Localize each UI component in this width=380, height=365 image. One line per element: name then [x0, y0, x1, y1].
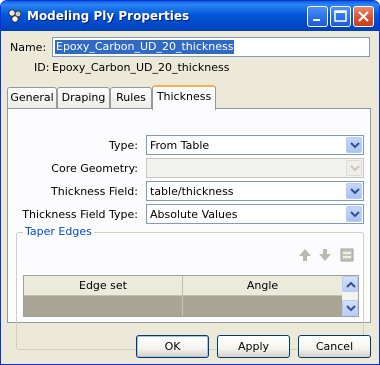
thickness-panel: Type: From Table Core Geometry: Thicknes… [7, 108, 371, 350]
type-select-dropdown[interactable] [346, 137, 362, 153]
chevron-down-icon [350, 142, 360, 149]
tab-strip: General Draping Rules Thickness [7, 85, 377, 110]
cancel-button[interactable]: Cancel [298, 335, 371, 358]
apply-button[interactable]: Apply [217, 335, 290, 358]
column-header-angle[interactable]: Angle [183, 276, 343, 296]
move-up-icon[interactable] [297, 247, 313, 263]
taper-edges-title: Taper Edges [23, 225, 94, 238]
thickness-field-type-value: Absolute Values [150, 208, 238, 221]
maximize-icon [334, 10, 347, 22]
core-geometry-select[interactable] [146, 158, 364, 178]
chevron-down-icon [350, 188, 360, 195]
table-cell-angle[interactable] [183, 296, 343, 316]
type-select[interactable]: From Table [146, 135, 364, 155]
move-down-icon[interactable] [317, 247, 333, 263]
column-header-edge-set-label: Edge set [79, 279, 127, 292]
ok-button[interactable]: OK [136, 335, 209, 358]
name-field-value: Epoxy_Carbon_UD_20_thickness [55, 40, 235, 54]
core-geometry-label: Core Geometry: [51, 162, 138, 175]
title-bar[interactable]: Modeling Ply Properties [1, 1, 379, 31]
chevron-down-icon [346, 305, 356, 312]
maximize-button[interactable] [330, 6, 351, 27]
core-geometry-dropdown[interactable] [346, 160, 362, 176]
table-scrollbar[interactable] [342, 276, 358, 316]
tab-draping-label: Draping [61, 91, 106, 104]
tab-general[interactable]: General [7, 87, 57, 109]
tab-thickness-label: Thickness [156, 90, 212, 103]
window-title: Modeling Ply Properties [27, 9, 190, 23]
dialog-window: Modeling Ply Properties Name: Epoxy_Carb… [0, 0, 380, 365]
thickness-field-type-label: Thickness Field Type: [22, 208, 138, 221]
id-label: ID: [34, 61, 50, 74]
tab-rules[interactable]: Rules [110, 87, 152, 109]
table-row[interactable] [24, 296, 343, 316]
name-field[interactable]: Epoxy_Carbon_UD_20_thickness [52, 37, 370, 57]
minimize-icon [313, 19, 320, 21]
scroll-down-button[interactable] [342, 300, 358, 316]
thickness-field-type-select[interactable]: Absolute Values [146, 204, 364, 224]
thickness-field-label: Thickness Field: [51, 185, 138, 198]
thickness-field-select[interactable]: table/thickness [146, 181, 364, 201]
tab-draping[interactable]: Draping [57, 87, 110, 109]
id-value: Epoxy_Carbon_UD_20_thickness [52, 61, 230, 74]
delete-row-icon[interactable] [339, 247, 355, 263]
thickness-field-type-dropdown[interactable] [346, 206, 362, 222]
name-label: Name: [10, 41, 47, 54]
app-icon [8, 9, 22, 23]
tab-rules-label: Rules [116, 91, 146, 104]
type-select-value: From Table [150, 139, 210, 152]
chevron-down-icon [350, 211, 360, 218]
type-label: Type: [109, 139, 138, 152]
chevron-down-icon [350, 165, 360, 172]
thickness-field-dropdown[interactable] [346, 183, 362, 199]
column-header-angle-label: Angle [246, 279, 279, 292]
tab-thickness[interactable]: Thickness [152, 85, 216, 110]
tab-general-label: General [10, 91, 54, 104]
taper-edges-group: Taper Edges Edge set Angle [16, 225, 364, 350]
taper-edges-table[interactable]: Edge set Angle [23, 275, 359, 317]
table-cell-edge-set[interactable] [24, 296, 183, 316]
close-button[interactable] [353, 6, 374, 27]
minimize-button[interactable] [307, 6, 328, 27]
close-icon [358, 11, 369, 22]
thickness-field-value: table/thickness [150, 185, 234, 198]
column-header-edge-set[interactable]: Edge set [24, 276, 183, 296]
scroll-up-button[interactable] [342, 276, 358, 292]
chevron-up-icon [346, 281, 356, 288]
